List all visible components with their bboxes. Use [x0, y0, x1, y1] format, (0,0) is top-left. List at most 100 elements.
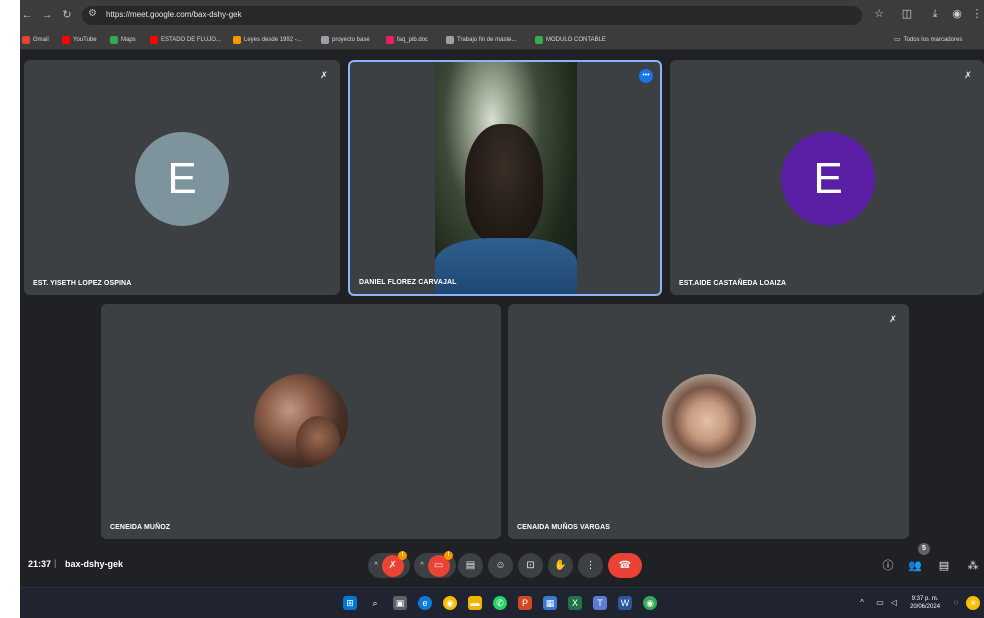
teams-icon[interactable]: T [593, 596, 607, 610]
participant-video [435, 62, 577, 294]
app-icon[interactable]: ▦ [543, 596, 557, 610]
notification-bell-icon[interactable]: ◌ [950, 598, 962, 607]
people-count-badge: 5 [918, 543, 930, 555]
more-vert-icon: ⋮ [585, 560, 596, 571]
present-icon: ⊡ [526, 560, 535, 571]
whatsapp-icon[interactable]: ✆ [493, 596, 507, 610]
globe-icon [446, 36, 454, 44]
chrome-icon[interactable]: ◉ [443, 596, 457, 610]
edge-icon[interactable]: e [418, 596, 432, 610]
meeting-time: 21:37 [28, 559, 52, 569]
document-icon [386, 36, 394, 44]
extensions-icon[interactable]: ◫ [900, 7, 914, 21]
chevron-up-icon[interactable]: ^ [420, 562, 423, 569]
bookmark-star-icon[interactable]: ☆ [872, 7, 886, 21]
emoji-button[interactable]: ☺ [488, 553, 513, 578]
folder-icon: ▭ [894, 36, 901, 43]
separator: | [54, 558, 57, 568]
leave-call-button[interactable]: ☎ [608, 553, 642, 578]
participant-tile[interactable]: ✗ E EST. YISETH LOPEZ OSPINA [24, 60, 340, 295]
participant-photo [254, 374, 348, 468]
taskbar-clock[interactable]: 9:37 p. m. 20/06/2024 [910, 595, 940, 611]
camera-warning-badge: ! [444, 551, 453, 560]
forward-icon[interactable]: → [40, 8, 54, 22]
emoji-icon: ☺ [495, 560, 506, 571]
maps-icon [110, 36, 118, 44]
all-bookmarks[interactable]: ▭ Todos los marcadores [894, 34, 962, 46]
mic-off-icon: ✗ [964, 70, 972, 80]
mic-off-icon: ✗ [320, 70, 328, 80]
raise-hand-button[interactable]: ✋ [548, 553, 573, 578]
participant-tile[interactable]: ✗ CENAIDA MUÑOS VARGAS [508, 304, 909, 539]
youtube-icon [62, 36, 70, 44]
captions-button[interactable]: ▤ [458, 553, 483, 578]
chevron-up-icon[interactable]: ^ [374, 562, 377, 569]
address-bar[interactable]: ⚙ https://meet.google.com/bax-dshy-gek [82, 6, 862, 25]
chat-icon[interactable]: ▤ [936, 558, 952, 574]
clock-date: 20/06/2024 [910, 604, 941, 610]
screen: ← → ↻ ⚙ https://meet.google.com/bax-dshy… [20, 0, 984, 618]
profile-avatar[interactable]: ◉ [950, 7, 964, 21]
volume-icon[interactable]: ◁ [888, 598, 900, 607]
participant-tile[interactable]: CENEIDA MUÑOZ [101, 304, 501, 539]
word-icon[interactable]: W [618, 596, 632, 610]
bookmark-leyes[interactable]: Leyes desde 1992 -... [233, 34, 302, 46]
bookmark-proyecto-base[interactable]: proyecto base [321, 34, 370, 46]
bookmark-estado-de-flujo[interactable]: ESTADO DE FLUJO... [150, 34, 221, 46]
bookmark-youtube[interactable]: YouTube [62, 34, 97, 46]
participant-tile-active[interactable]: ••• DANIEL FLOREZ CARVAJAL [348, 60, 662, 296]
bookmark-trabajo-fin-master[interactable]: Trabajo fin de máste... [446, 34, 516, 46]
file-explorer-icon[interactable]: ▬ [468, 596, 482, 610]
participant-tile[interactable]: ✗ E EST.AIDE CASTAÑEDA LOAIZA [670, 60, 984, 295]
participant-name: EST. YISETH LOPEZ OSPINA [33, 280, 132, 287]
chevron-up-icon[interactable]: ^ [856, 598, 868, 607]
bookmarks-bar: Gmail YouTube Maps ESTADO DE FLUJO... Le… [20, 30, 984, 50]
globe-icon [321, 36, 329, 44]
participant-photo [662, 374, 756, 468]
bookmark-maps[interactable]: Maps [110, 34, 136, 46]
widget-icon[interactable]: ☀ [966, 596, 980, 610]
info-icon[interactable]: ⓘ [880, 558, 896, 574]
avatar: E [135, 132, 229, 226]
url-text: https://meet.google.com/bax-dshy-gek [106, 10, 242, 19]
participant-name: CENAIDA MUÑOS VARGAS [517, 524, 611, 531]
more-options-button[interactable]: ⋮ [578, 553, 603, 578]
reload-icon[interactable]: ↻ [60, 8, 74, 22]
more-options-icon[interactable]: ••• [639, 69, 653, 83]
meeting-code: bax-dshy-gek [65, 559, 124, 569]
bookmark-modulo-contable[interactable]: MODULO CONTABLE [535, 34, 606, 46]
mic-off-icon: ✗ [889, 314, 897, 324]
participant-name: DANIEL FLOREZ CARVAJAL [359, 279, 457, 286]
menu-icon[interactable]: ⋮ [970, 7, 984, 21]
download-icon[interactable]: ⤓ [928, 7, 942, 21]
clock-time: 9:37 p. m. [911, 596, 939, 602]
site-settings-icon[interactable]: ⚙ [88, 8, 97, 19]
participant-name: EST.AIDE CASTAÑEDA LOAIZA [679, 280, 787, 287]
participant-name: CENEIDA MUÑOZ [110, 524, 171, 531]
activities-icon[interactable]: ⁂ [965, 558, 981, 574]
hand-icon: ✋ [554, 560, 567, 571]
network-icon[interactable]: ▭ [874, 598, 886, 607]
meet-controls-bar: 21:37 | bax-dshy-gek ^ ✗ ! ^ ▭ ! ▤ ☺ ⊡ ✋… [20, 543, 984, 587]
document-icon [233, 36, 241, 44]
people-icon[interactable]: 👥 [907, 558, 923, 574]
gmail-icon [22, 36, 30, 44]
spreadsheet-icon [535, 36, 543, 44]
task-view-icon[interactable]: ▣ [393, 596, 407, 610]
back-icon[interactable]: ← [20, 8, 34, 22]
windows-start-icon[interactable]: ⊞ [343, 596, 357, 610]
search-icon[interactable]: ⌕ [368, 596, 382, 610]
meet-stage: ✗ E EST. YISETH LOPEZ OSPINA ••• DANIEL … [20, 51, 984, 547]
youtube-icon [150, 36, 158, 44]
present-button[interactable]: ⊡ [518, 553, 543, 578]
excel-icon[interactable]: X [568, 596, 582, 610]
powerpoint-icon[interactable]: P [518, 596, 532, 610]
bookmark-gmail[interactable]: Gmail [22, 34, 49, 46]
bookmark-faq-pib[interactable]: faq_pib.doc [386, 34, 428, 46]
video-face [465, 124, 543, 244]
phone-hangup-icon: ☎ [618, 560, 632, 571]
chrome-alt-icon[interactable]: ◉ [643, 596, 657, 610]
mic-warning-badge: ! [398, 551, 407, 560]
windows-taskbar: ⊞ ⌕ ▣ e ◉ ▬ ✆ P ▦ X T W ◉ ^ ▭ ◁ 9:37 p. … [20, 587, 984, 618]
captions-icon: ▤ [465, 560, 476, 571]
